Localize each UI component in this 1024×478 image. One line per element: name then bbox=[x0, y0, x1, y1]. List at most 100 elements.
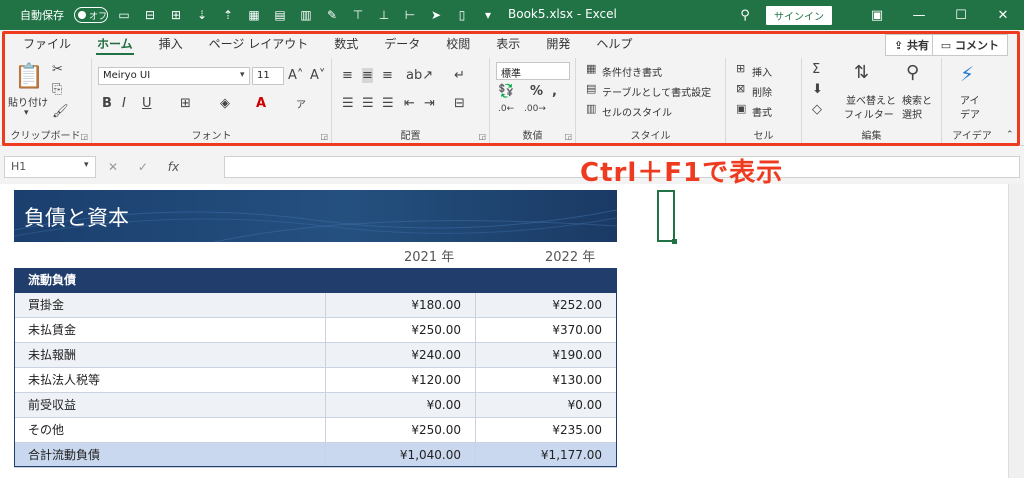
merge-center-icon[interactable]: ⊟ bbox=[454, 96, 465, 111]
format-as-table-button[interactable]: テーブルとして書式設定 bbox=[602, 84, 711, 99]
table-row[interactable]: 未払賃金 ¥250.00 ¥370.00 bbox=[14, 318, 617, 343]
section-header-row[interactable]: 流動負債 bbox=[14, 268, 617, 293]
align-right-icon[interactable]: ☰ bbox=[382, 96, 394, 111]
close-icon[interactable]: ✕ bbox=[982, 0, 1024, 30]
increase-indent-icon[interactable]: ⇥ bbox=[424, 96, 435, 111]
comment-button[interactable]: ▭ コメント bbox=[931, 34, 1008, 56]
search-icon[interactable]: ⚲ bbox=[724, 0, 766, 30]
align-center-icon[interactable]: ☰ bbox=[362, 96, 374, 111]
total-row[interactable]: 合計流動負債 ¥1,040.00 ¥1,177.00 bbox=[14, 443, 617, 468]
sort-filter-label[interactable]: 並べ替えと bbox=[846, 92, 896, 107]
enter-icon[interactable]: ✓ bbox=[138, 160, 148, 174]
borders-icon[interactable]: ▦ bbox=[244, 6, 264, 24]
ribbon-display-options-icon[interactable]: ▣ bbox=[856, 0, 898, 30]
align-top-icon[interactable]: ≡ bbox=[342, 68, 353, 83]
percent-icon[interactable]: % bbox=[530, 84, 543, 99]
table-row[interactable]: 未払法人税等 ¥120.00 ¥130.00 bbox=[14, 368, 617, 393]
cell-styles-button[interactable]: セルのスタイル bbox=[602, 104, 672, 119]
dialog-launcher-icon[interactable]: ◲ bbox=[320, 132, 328, 141]
tab-review[interactable]: 校閲 bbox=[433, 30, 483, 58]
ideas-label-2[interactable]: デア bbox=[960, 106, 980, 121]
cut-icon[interactable]: ✂ bbox=[52, 62, 63, 77]
save-icon[interactable]: ▭ bbox=[114, 6, 134, 24]
tab-insert[interactable]: 挿入 bbox=[146, 30, 196, 58]
tab-developer[interactable]: 開発 bbox=[533, 30, 583, 58]
autosum-icon[interactable]: Σ bbox=[812, 62, 820, 77]
customize-qat-icon[interactable]: ▾ bbox=[478, 6, 498, 24]
tab-home[interactable]: ホーム bbox=[84, 30, 146, 58]
decrease-font-icon[interactable]: A˅ bbox=[310, 68, 325, 83]
bold-icon[interactable]: B bbox=[102, 96, 112, 111]
collapse-ribbon-icon[interactable]: ⌃ bbox=[1006, 130, 1014, 140]
comma-style-icon[interactable]: , bbox=[552, 84, 557, 99]
orientation-icon[interactable]: ab↗ bbox=[406, 68, 433, 83]
ideas-icon[interactable]: ⚡ bbox=[960, 62, 974, 86]
dialog-launcher-icon[interactable]: ◲ bbox=[478, 132, 486, 141]
font-color-icon[interactable]: A bbox=[256, 96, 266, 111]
format-cells-button[interactable]: 書式 bbox=[752, 104, 772, 119]
fill-color-icon[interactable]: ◈ bbox=[220, 96, 230, 111]
font-name-select[interactable]: Meiryo UI bbox=[98, 67, 250, 85]
underline-icon[interactable]: U bbox=[142, 96, 152, 111]
fill-icon[interactable]: ⬇ bbox=[812, 82, 823, 97]
insert-cells-button[interactable]: 挿入 bbox=[752, 64, 772, 79]
share-button[interactable]: ⇪ 共有 bbox=[884, 34, 938, 56]
ideas-label[interactable]: アイ bbox=[960, 92, 980, 107]
pointer-icon[interactable]: ➤ bbox=[426, 6, 446, 24]
delete-column-icon[interactable]: ⊟ bbox=[140, 6, 160, 24]
name-box[interactable]: H1 bbox=[4, 156, 96, 178]
tab-view[interactable]: 表示 bbox=[483, 30, 533, 58]
tab-formulas[interactable]: 数式 bbox=[321, 30, 371, 58]
signin-button[interactable]: サインイン bbox=[766, 5, 832, 25]
number-format-select[interactable]: 標準 bbox=[496, 62, 570, 80]
copy-icon[interactable]: ⎘ bbox=[52, 82, 62, 97]
tab-file[interactable]: ファイル bbox=[10, 30, 84, 58]
table-row[interactable]: 前受収益 ¥0.00 ¥0.00 bbox=[14, 393, 617, 418]
tab-help[interactable]: ヘルプ bbox=[583, 30, 645, 58]
delete-cells-button[interactable]: 削除 bbox=[752, 84, 772, 99]
freeze-row-icon[interactable]: ⊥ bbox=[374, 6, 394, 24]
insert-column-icon[interactable]: ⊞ bbox=[166, 6, 186, 24]
table-icon[interactable]: ▤ bbox=[270, 6, 290, 24]
increase-font-icon[interactable]: A˄ bbox=[288, 68, 303, 83]
name-box-dropdown-icon[interactable]: ▾ bbox=[84, 160, 89, 170]
insert-function-icon[interactable]: fx bbox=[168, 160, 179, 174]
table-row[interactable]: 買掛金 ¥180.00 ¥252.00 bbox=[14, 293, 617, 318]
format-painter-icon[interactable]: 🖌 bbox=[52, 104, 69, 119]
table-row[interactable]: 未払報酬 ¥240.00 ¥190.00 bbox=[14, 343, 617, 368]
table-row[interactable]: その他 ¥250.00 ¥235.00 bbox=[14, 418, 617, 443]
paste-label[interactable]: 貼り付け bbox=[8, 94, 48, 109]
currency-icon[interactable]: 💱 bbox=[498, 84, 514, 99]
freeze-column-icon[interactable]: ⊢ bbox=[400, 6, 420, 24]
phonetic-icon[interactable]: ア bbox=[296, 96, 306, 111]
align-left-icon[interactable]: ☰ bbox=[342, 96, 354, 111]
freeze-panes-icon[interactable]: ⊤ bbox=[348, 6, 368, 24]
paste-dropdown-icon[interactable]: ▾ bbox=[24, 108, 29, 118]
autosave-toggle[interactable]: オフ bbox=[74, 7, 108, 23]
active-cell-cursor[interactable] bbox=[657, 190, 677, 244]
dialog-launcher-icon[interactable]: ◲ bbox=[80, 132, 88, 141]
increase-decimal-icon[interactable]: .0← bbox=[498, 104, 514, 114]
align-bottom-icon[interactable]: ≡ bbox=[382, 68, 393, 83]
wrap-text-icon[interactable]: ↵ bbox=[454, 68, 465, 83]
sort-filter-label-2[interactable]: フィルター bbox=[844, 106, 894, 121]
dialog-launcher-icon[interactable]: ◲ bbox=[564, 132, 572, 141]
italic-icon[interactable]: I bbox=[122, 96, 126, 111]
vertical-scrollbar[interactable] bbox=[1008, 184, 1024, 478]
conditional-formatting-button[interactable]: 条件付き書式 bbox=[602, 64, 662, 79]
insert-row-icon[interactable]: ⇡ bbox=[218, 6, 238, 24]
document-icon[interactable]: ▯ bbox=[452, 6, 472, 24]
maximize-icon[interactable]: ☐ bbox=[940, 0, 982, 30]
chevron-down-icon[interactable]: ▾ bbox=[240, 70, 245, 80]
minimize-icon[interactable]: — bbox=[898, 0, 940, 30]
delete-row-icon[interactable]: ⇣ bbox=[192, 6, 212, 24]
format-painter-icon[interactable]: ✎ bbox=[322, 6, 342, 24]
cancel-icon[interactable]: ✕ bbox=[108, 160, 118, 174]
grid-icon[interactable]: ▥ bbox=[296, 6, 316, 24]
tab-data[interactable]: データ bbox=[371, 30, 433, 58]
clear-icon[interactable]: ◇ bbox=[812, 102, 822, 117]
decrease-indent-icon[interactable]: ⇤ bbox=[404, 96, 415, 111]
paste-icon[interactable]: 📋 bbox=[14, 62, 44, 90]
tab-page-layout[interactable]: ページ レイアウト bbox=[196, 30, 322, 58]
borders-icon[interactable]: ⊞ bbox=[180, 96, 191, 111]
